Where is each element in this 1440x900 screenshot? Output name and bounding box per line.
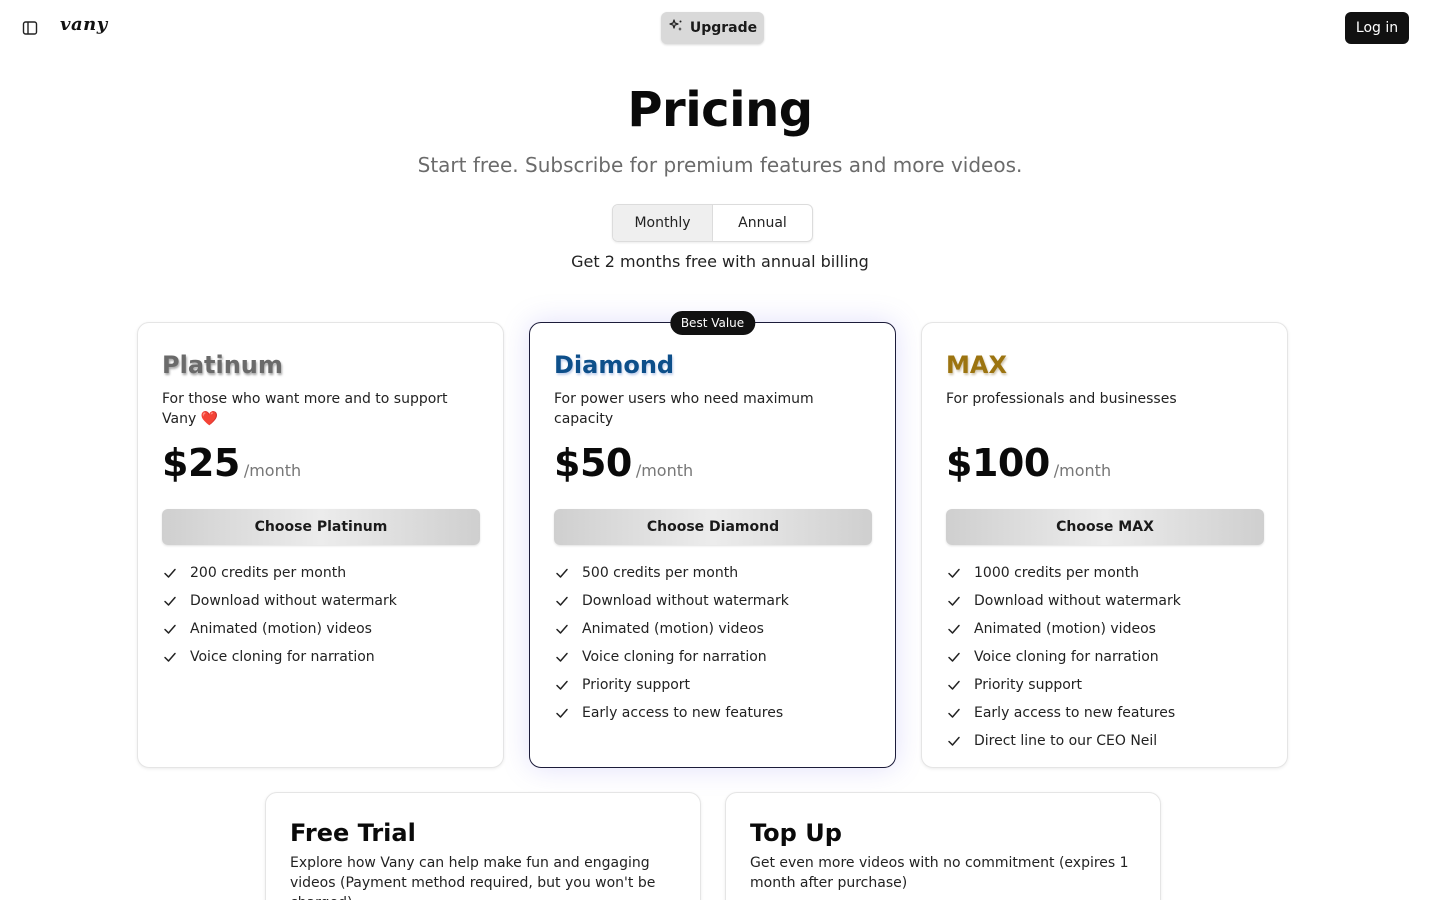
check-icon: [162, 593, 178, 609]
billing-toggle: Monthly Annual: [612, 204, 813, 242]
check-icon: [554, 593, 570, 609]
free-trial-title: Free Trial: [290, 819, 416, 847]
feature-item: Download without watermark: [162, 587, 479, 615]
plan-card-platinum: Platinum For those who want more and to …: [137, 322, 504, 768]
feature-text: Animated (motion) videos: [974, 621, 1156, 637]
feature-item: Early access to new features: [946, 699, 1263, 727]
feature-item: Animated (motion) videos: [946, 615, 1263, 643]
price-row: $50 /month: [554, 441, 871, 489]
feature-text: Voice cloning for narration: [582, 649, 767, 665]
plan-price: $25: [162, 441, 240, 485]
check-icon: [162, 649, 178, 665]
plan-period: /month: [635, 461, 694, 480]
feature-text: 1000 credits per month: [974, 565, 1139, 581]
login-button[interactable]: Log in: [1345, 12, 1409, 44]
feature-text: Download without watermark: [190, 593, 397, 609]
sidebar-toggle-icon[interactable]: [19, 17, 41, 39]
feature-text: Direct line to our CEO Neil: [974, 733, 1158, 749]
top-bar: vany Upgrade Log in: [0, 0, 1440, 56]
feature-text: 200 credits per month: [190, 565, 347, 581]
feature-text: Download without watermark: [974, 593, 1181, 609]
feature-text: Early access to new features: [582, 705, 784, 721]
plan-name: Platinum: [162, 351, 283, 379]
price-row: $100 /month: [946, 441, 1263, 489]
feature-text: Voice cloning for narration: [190, 649, 375, 665]
feature-item: Animated (motion) videos: [162, 615, 479, 643]
choose-diamond-button[interactable]: Choose Diamond: [554, 509, 872, 545]
billing-option-monthly[interactable]: Monthly: [613, 205, 713, 241]
upgrade-button[interactable]: Upgrade: [661, 12, 764, 44]
feature-item: Download without watermark: [946, 587, 1263, 615]
check-icon: [946, 733, 962, 749]
check-icon: [946, 649, 962, 665]
free-trial-description: Explore how Vany can help make fun and e…: [290, 855, 656, 900]
check-icon: [554, 649, 570, 665]
check-icon: [554, 565, 570, 581]
plan-name: Diamond: [554, 351, 675, 379]
top-up-description: Get even more videos with no commitment …: [750, 855, 1129, 891]
feature-item: Voice cloning for narration: [554, 643, 871, 671]
feature-item: Download without watermark: [554, 587, 871, 615]
plan-card-max: MAX For professionals and businesses $10…: [921, 322, 1288, 768]
feature-text: Voice cloning for narration: [974, 649, 1159, 665]
plan-description: For power users who need maximum capacit…: [554, 391, 814, 427]
plan-price: $100: [946, 441, 1050, 485]
logo[interactable]: vany: [60, 14, 108, 35]
choose-platinum-button[interactable]: Choose Platinum: [162, 509, 480, 545]
check-icon: [162, 621, 178, 637]
top-up-title: Top Up: [750, 819, 842, 847]
plan-description: For professionals and businesses: [946, 391, 1177, 407]
check-icon: [554, 621, 570, 637]
plan-period: /month: [1053, 461, 1112, 480]
feature-item: Voice cloning for narration: [162, 643, 479, 671]
check-icon: [946, 677, 962, 693]
check-icon: [554, 705, 570, 721]
feature-list: 200 credits per month Download without w…: [162, 559, 479, 671]
feature-text: Early access to new features: [974, 705, 1176, 721]
billing-option-annual[interactable]: Annual: [713, 205, 812, 241]
feature-text: Download without watermark: [582, 593, 789, 609]
page-title: Pricing: [627, 82, 813, 138]
feature-list: 500 credits per month Download without w…: [554, 559, 871, 727]
plan-price: $50: [554, 441, 632, 485]
feature-item: 500 credits per month: [554, 559, 871, 587]
page-subtitle: Start free. Subscribe for premium featur…: [417, 153, 1023, 177]
upgrade-label: Upgrade: [689, 20, 758, 36]
price-row: $25 /month: [162, 441, 479, 489]
annual-billing-note: Get 2 months free with annual billing: [571, 252, 869, 271]
feature-item: Early access to new features: [554, 699, 871, 727]
best-value-badge: Best Value: [669, 311, 756, 335]
plan-period: /month: [243, 461, 302, 480]
plan-name: MAX: [946, 351, 1007, 379]
check-icon: [946, 565, 962, 581]
feature-text: Priority support: [582, 677, 691, 693]
sparkles-icon: [668, 18, 684, 38]
plan-description: For those who want more and to support V…: [162, 391, 448, 427]
check-icon: [162, 565, 178, 581]
feature-item: Direct line to our CEO Neil: [946, 727, 1263, 755]
plan-card-diamond: Best Value Diamond For power users who n…: [529, 311, 896, 768]
feature-list: 1000 credits per month Download without …: [946, 559, 1263, 755]
feature-text: Priority support: [974, 677, 1083, 693]
feature-item: Priority support: [946, 671, 1263, 699]
check-icon: [946, 705, 962, 721]
feature-item: 1000 credits per month: [946, 559, 1263, 587]
check-icon: [946, 593, 962, 609]
feature-text: 500 credits per month: [582, 565, 739, 581]
choose-max-button[interactable]: Choose MAX: [946, 509, 1264, 545]
top-up-card: Top Up Get even more videos with no comm…: [725, 792, 1161, 900]
feature-text: Animated (motion) videos: [582, 621, 764, 637]
feature-item: Animated (motion) videos: [554, 615, 871, 643]
feature-item: 200 credits per month: [162, 559, 479, 587]
free-trial-card: Free Trial Explore how Vany can help mak…: [265, 792, 701, 900]
check-icon: [554, 677, 570, 693]
feature-text: Animated (motion) videos: [190, 621, 372, 637]
check-icon: [946, 621, 962, 637]
feature-item: Voice cloning for narration: [946, 643, 1263, 671]
feature-item: Priority support: [554, 671, 871, 699]
